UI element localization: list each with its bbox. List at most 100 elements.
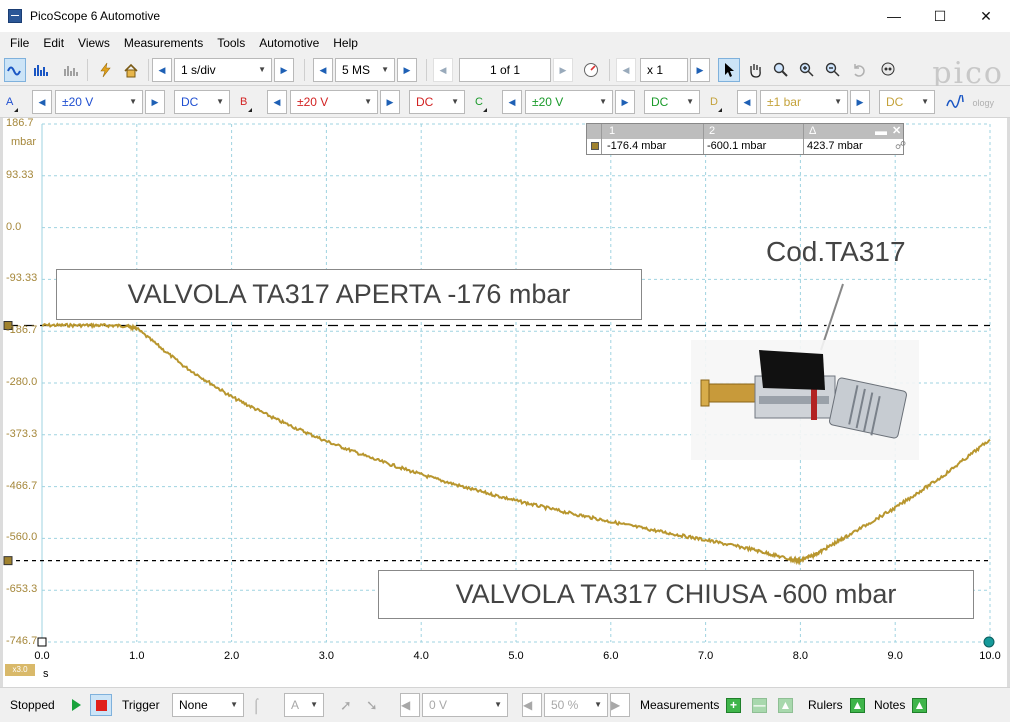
pretrigger-increase[interactable]: ▶ bbox=[610, 693, 630, 717]
pico-logo-subtitle: ology bbox=[972, 98, 994, 108]
trigger-level-select[interactable]: 0 V bbox=[422, 693, 508, 717]
menu-measurements[interactable]: Measurements bbox=[124, 36, 203, 50]
zoom-region-icon[interactable] bbox=[770, 58, 792, 82]
x-tick-label: 6.0 bbox=[603, 650, 619, 662]
rulers-button[interactable]: ▲ bbox=[850, 693, 865, 717]
delete-icon: ▲ bbox=[778, 697, 793, 713]
trigger-level-decrease[interactable]: ◀ bbox=[400, 693, 420, 717]
falling-edge-icon[interactable]: ➘ bbox=[366, 693, 378, 717]
maximize-icon[interactable]: ☐ bbox=[917, 0, 963, 32]
edit-measurement-button[interactable]: — bbox=[752, 693, 767, 717]
measurements-label: Measurements bbox=[640, 698, 720, 712]
lock-icon[interactable]: ☍ bbox=[891, 139, 906, 154]
trigger-mode-select[interactable]: None bbox=[172, 693, 244, 717]
buffer-field[interactable]: 1 of 1 bbox=[459, 58, 551, 82]
pretrigger-decrease[interactable]: ◀ bbox=[522, 693, 542, 717]
notes-label: Notes bbox=[874, 698, 906, 712]
channel-a-coupling-select[interactable]: DC bbox=[174, 90, 230, 114]
zoom-prev-button[interactable]: ◀ bbox=[616, 58, 636, 82]
run-state-label: Stopped bbox=[10, 698, 55, 712]
timebase-decrease-button[interactable]: ◀ bbox=[152, 58, 172, 82]
ruler-value-2: -600.1 mbar bbox=[707, 140, 767, 152]
minimize-icon[interactable]: — bbox=[871, 0, 917, 32]
main-toolbar: ◀ 1 s/div ▶ ◀ 5 MS ▶ ◀ 1 of 1 ▶ ◀ x 1 ▶ … bbox=[0, 54, 1010, 91]
channel-d-range-increase[interactable]: ▶ bbox=[850, 90, 870, 114]
channel-a-range-decrease[interactable]: ◀ bbox=[32, 90, 52, 114]
channel-d-range-select[interactable]: ±1 bar bbox=[760, 90, 848, 114]
channel-b-label[interactable]: B bbox=[240, 90, 262, 114]
close-legend-icon[interactable]: ✕ bbox=[888, 124, 901, 139]
navigator-icon[interactable] bbox=[580, 58, 602, 82]
channel-b-range-select[interactable]: ±20 V bbox=[290, 90, 378, 114]
channel-d-label[interactable]: D bbox=[710, 90, 732, 114]
trigger-channel-select[interactable]: A bbox=[284, 693, 324, 717]
rising-edge-icon[interactable]: ➚ bbox=[340, 693, 352, 717]
start-button[interactable] bbox=[72, 693, 81, 717]
x-axis-end-marker[interactable] bbox=[983, 636, 995, 648]
auto-setup-icon[interactable] bbox=[94, 58, 116, 82]
x-tick-label: 7.0 bbox=[697, 650, 714, 662]
timebase-increase-button[interactable]: ▶ bbox=[274, 58, 294, 82]
status-bar: Stopped Trigger None ⌠ A ➚ ➘ ◀ 0 V ◀ 50 … bbox=[0, 687, 1010, 722]
samples-increase-button[interactable]: ▶ bbox=[397, 58, 417, 82]
home-icon[interactable] bbox=[120, 58, 142, 82]
y-tick-label: -653.3 bbox=[6, 583, 38, 596]
notes-button[interactable]: ▲ bbox=[912, 693, 927, 717]
channel-c-range-increase[interactable]: ▶ bbox=[615, 90, 635, 114]
menu-views[interactable]: Views bbox=[78, 36, 110, 50]
zoom-next-button[interactable]: ▶ bbox=[690, 58, 710, 82]
menu-edit[interactable]: Edit bbox=[43, 36, 64, 50]
menu-file[interactable]: File bbox=[10, 36, 29, 50]
samples-decrease-button[interactable]: ◀ bbox=[313, 58, 333, 82]
y-tick-label: -373.3 bbox=[6, 427, 38, 440]
channel-c-label[interactable]: C bbox=[475, 90, 497, 114]
channel-options-icon[interactable] bbox=[944, 90, 966, 114]
y-tick-label: -280.0 bbox=[6, 376, 38, 388]
channel-a-range-increase[interactable]: ▶ bbox=[145, 90, 165, 114]
y-tick-label: 0.0 bbox=[6, 220, 22, 233]
channel-c-coupling-select[interactable]: DC bbox=[644, 90, 700, 114]
menu-help[interactable]: Help bbox=[333, 36, 358, 50]
ruler-value-1: -176.4 mbar bbox=[607, 140, 667, 152]
ruler-legend[interactable]: 1 2 Δ ▬ ✕ -176.4 mbar -600.1 mbar 423.7 … bbox=[586, 123, 906, 155]
channel-a-range-select[interactable]: ±20 V bbox=[55, 90, 143, 114]
buffer-prev-button[interactable]: ◀ bbox=[433, 58, 453, 82]
spectrum-mode-icon[interactable] bbox=[30, 58, 52, 82]
menu-automotive[interactable]: Automotive bbox=[259, 36, 319, 50]
pointer-tool-icon[interactable] bbox=[718, 58, 740, 82]
y-tick-label: -560.0 bbox=[6, 531, 38, 544]
persistence-mode-icon[interactable] bbox=[60, 58, 82, 82]
x-scale-badge[interactable]: x3.0 bbox=[5, 664, 35, 676]
delete-measurement-button[interactable]: ▲ bbox=[778, 693, 793, 717]
channel-b-coupling-select[interactable]: DC bbox=[409, 90, 465, 114]
trigger-type-icon[interactable]: ⌠ bbox=[252, 693, 260, 717]
ruler-legend-row: -176.4 mbar -600.1 mbar 423.7 mbar ☍ bbox=[587, 139, 906, 154]
channel-b-range-decrease[interactable]: ◀ bbox=[267, 90, 287, 114]
scope-mode-icon[interactable] bbox=[4, 58, 26, 82]
ruler-handle-2[interactable] bbox=[3, 556, 13, 566]
x-tick-label: 3.0 bbox=[318, 650, 335, 662]
y-tick-label: 93.33 bbox=[6, 168, 34, 181]
channel-d-coupling-select[interactable]: DC bbox=[879, 90, 935, 114]
timebase-select[interactable]: 1 s/div bbox=[174, 58, 272, 82]
picoscope-window: PicoScope 6 Automotive — ☐ ✕ File Edit V… bbox=[0, 0, 1010, 722]
zoom-in-icon[interactable] bbox=[796, 58, 818, 82]
minimize-legend-icon[interactable]: ▬ bbox=[871, 124, 887, 139]
close-icon[interactable]: ✕ bbox=[963, 0, 1009, 32]
channel-d-range-decrease[interactable]: ◀ bbox=[737, 90, 757, 114]
channel-c-range-decrease[interactable]: ◀ bbox=[502, 90, 522, 114]
edit-icon: — bbox=[752, 697, 767, 713]
zoom-field[interactable]: x 1 bbox=[640, 58, 688, 82]
channel-b-range-increase[interactable]: ▶ bbox=[380, 90, 400, 114]
hand-tool-icon[interactable] bbox=[744, 58, 766, 82]
buffer-next-button[interactable]: ▶ bbox=[553, 58, 573, 82]
trigger-label: Trigger bbox=[122, 698, 160, 712]
pretrigger-select[interactable]: 50 % bbox=[544, 693, 608, 717]
channel-a-label[interactable]: A bbox=[6, 90, 28, 114]
zoom-out-icon[interactable] bbox=[822, 58, 844, 82]
stop-button[interactable] bbox=[90, 693, 112, 717]
menu-tools[interactable]: Tools bbox=[217, 36, 245, 50]
add-measurement-button[interactable]: + bbox=[726, 693, 741, 717]
channel-c-range-select[interactable]: ±20 V bbox=[525, 90, 613, 114]
samples-select[interactable]: 5 MS bbox=[335, 58, 395, 82]
